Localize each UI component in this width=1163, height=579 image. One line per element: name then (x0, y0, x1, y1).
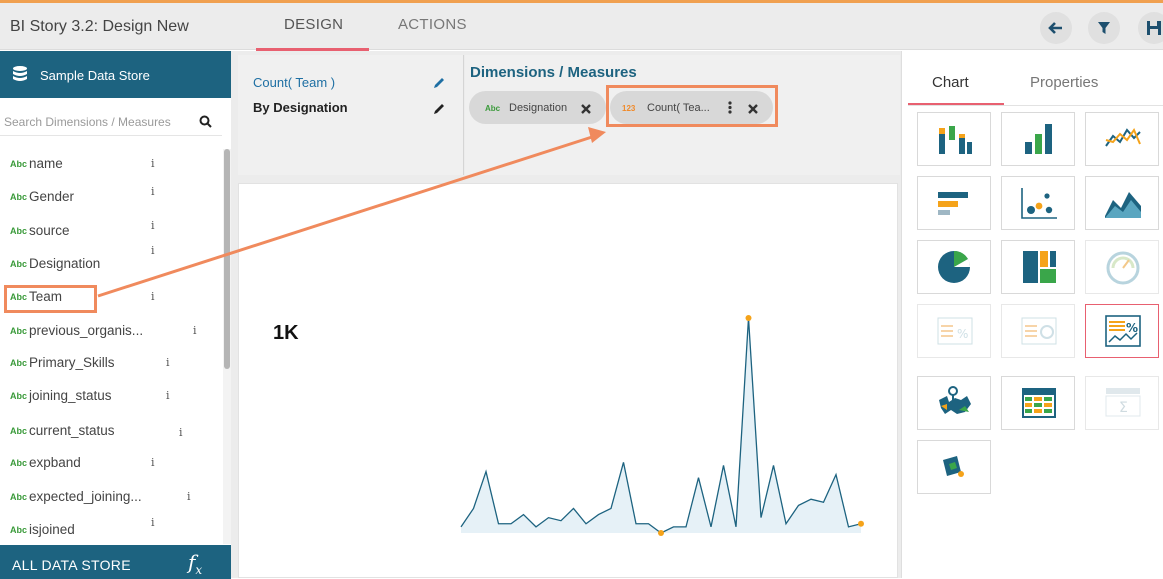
chart-type-line[interactable] (1085, 112, 1159, 166)
sparkline-marker (858, 520, 864, 527)
table-icon (1022, 388, 1056, 418)
chart-type-treemap[interactable] (1001, 240, 1075, 294)
kpi-trend-icon: % (1105, 315, 1141, 347)
svg-text:%: % (957, 327, 968, 341)
chart-type-pivot[interactable]: Σ (1085, 376, 1159, 430)
chart-type-waterfall[interactable] (917, 112, 991, 166)
svg-text:Σ: Σ (1119, 400, 1128, 416)
chart-type-table[interactable] (1001, 376, 1075, 430)
chart-type-area[interactable] (1085, 176, 1159, 230)
chart-type-gauge[interactable] (1085, 240, 1159, 294)
chart-panel: Chart Properties % % Σ (901, 51, 1163, 578)
sparkline-marker (658, 530, 664, 536)
line-chart-icon (1105, 127, 1141, 147)
chart-type-progress[interactable] (1001, 304, 1075, 358)
kpi-progress-icon (1021, 317, 1057, 345)
tab-chart[interactable]: Chart (932, 74, 969, 91)
waterfall-chart-icon (939, 126, 972, 154)
horizontal-bar-icon (938, 192, 968, 215)
pie-chart-icon (938, 250, 971, 283)
sparkline-series (460, 317, 862, 534)
chart-type-custom[interactable] (917, 440, 991, 494)
custom-chart-icon (943, 456, 964, 477)
chart-type-scatter[interactable] (1001, 176, 1075, 230)
scatter-chart-icon (1021, 188, 1057, 219)
bar-chart-icon (1025, 124, 1052, 154)
kpi-percent-icon: % (937, 317, 973, 345)
chart-type-kpi[interactable]: % (917, 304, 991, 358)
pivot-sum-icon: Σ (1105, 388, 1141, 417)
chart-type-horizontal-bar[interactable] (917, 176, 991, 230)
chart-type-bar[interactable] (1001, 112, 1075, 166)
treemap-icon (1023, 251, 1056, 283)
geo-map-icon (939, 386, 971, 414)
chart-type-pie[interactable] (917, 240, 991, 294)
tab-properties[interactable]: Properties (1030, 74, 1098, 91)
tab-divider (908, 105, 1163, 106)
sparkline-marker (745, 315, 752, 321)
chart-type-geo-map[interactable] (917, 376, 991, 430)
area-chart-icon (1105, 192, 1141, 218)
chart-type-kpi-trend[interactable]: % (1085, 304, 1159, 358)
gauge-icon (1106, 251, 1140, 285)
sparkline-area (461, 318, 861, 533)
